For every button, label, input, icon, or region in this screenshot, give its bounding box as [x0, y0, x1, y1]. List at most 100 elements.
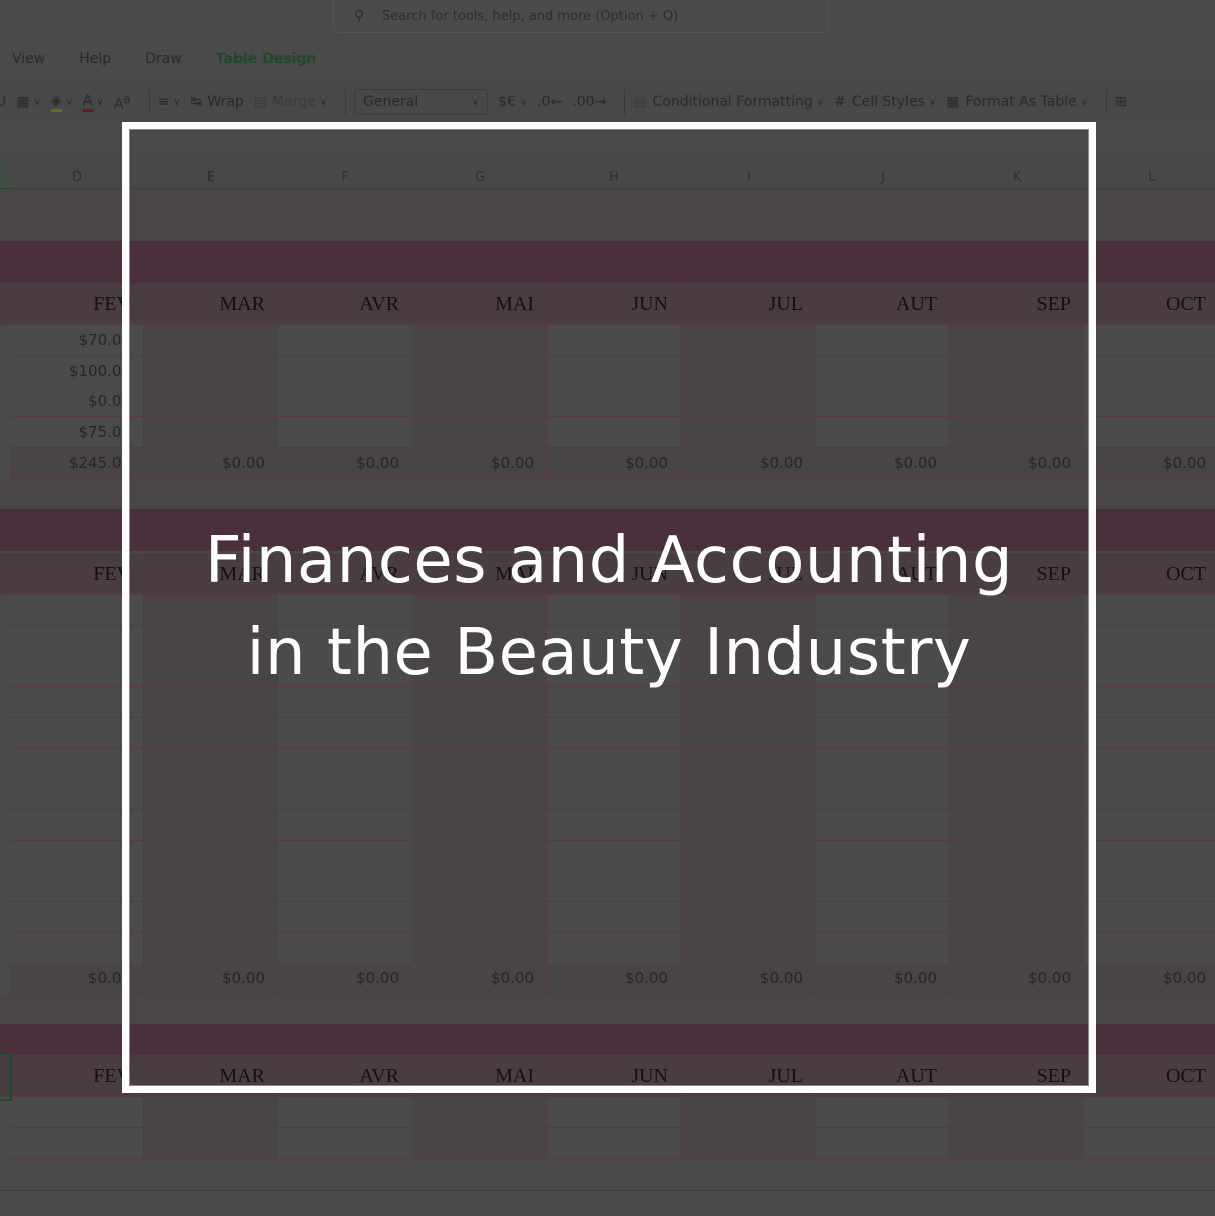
divider: [1106, 89, 1108, 115]
borders-button[interactable]: ▦ ∨: [16, 94, 41, 110]
table2-cell[interactable]: [1085, 779, 1215, 811]
divider: [624, 89, 626, 115]
chevron-down-icon: ∨: [96, 96, 104, 108]
merge-icon: ▤: [253, 94, 268, 110]
format-as-table-button[interactable]: ▦ Format As Table ∨: [946, 94, 1088, 110]
search-placeholder: Search for tools, help, and more (Option…: [382, 8, 679, 24]
overlay-title-line2: in the Beauty Industry: [246, 616, 972, 690]
tab-draw[interactable]: Draw: [145, 51, 182, 67]
table3-cell[interactable]: [682, 1097, 816, 1128]
table3-cell[interactable]: [682, 1127, 816, 1159]
table2-cell[interactable]: [1085, 871, 1215, 903]
number-format-value: General: [363, 94, 419, 110]
wrap-icon: ↹: [190, 94, 203, 110]
table2-cell[interactable]: [1085, 840, 1215, 872]
insert-cells-icon: ⊞: [1115, 94, 1127, 110]
table3-cell[interactable]: [413, 1097, 547, 1128]
wrap-button[interactable]: ↹ Wrap: [191, 94, 244, 110]
cell-styles-icon: #: [834, 94, 846, 110]
borders-icon: ▦: [16, 94, 30, 110]
currency-label: $€: [498, 94, 516, 110]
format-as-table-icon: ▦: [946, 94, 960, 110]
decrease-decimal-button[interactable]: .0←: [537, 94, 562, 110]
chevron-down-icon: ∨: [519, 96, 528, 108]
fill-color-icon: ◈: [50, 93, 62, 112]
insert-cells-button[interactable]: ⊞: [1115, 94, 1127, 110]
divider: [148, 89, 150, 115]
chevron-down-icon: ∨: [173, 96, 181, 108]
increase-decimal-button[interactable]: .00→: [572, 94, 606, 110]
table3-cell[interactable]: [950, 1097, 1084, 1128]
align-icon: ≡: [157, 94, 170, 110]
tab-help[interactable]: Help: [79, 51, 111, 67]
conditional-formatting-label: Conditional Formatting: [652, 94, 813, 110]
table1-cell[interactable]: [1085, 355, 1215, 387]
table3-cell[interactable]: [413, 1127, 547, 1159]
increase-decimal-icon: .00→: [572, 94, 607, 110]
table3-cell[interactable]: [816, 1097, 950, 1128]
table3-month-header: OCT: [1085, 1055, 1215, 1097]
table2-cell[interactable]: [1085, 625, 1215, 657]
chevron-down-icon: ∨: [33, 96, 41, 108]
divider: [345, 89, 347, 115]
table1-cell[interactable]: [1085, 386, 1215, 418]
table1-cell[interactable]: [1085, 417, 1215, 449]
chevron-down-icon: ∨: [471, 96, 480, 108]
ribbon-toolbar: U ▦ ∨ ◈ ∨ A ∨ Aa ≡ ∨ ↹ Wrap ▤ Merge ∨ General ∨ …: [0, 82, 1215, 122]
overlay-title: Finances and Accounting in the Beauty In…: [122, 515, 1096, 699]
conditional-formatting-button[interactable]: ▤ Conditional Formatting ∨: [633, 94, 824, 110]
table2-cell[interactable]: [1085, 687, 1215, 719]
font-color-button[interactable]: A ∨: [82, 93, 104, 112]
column-header-l[interactable]: L: [1085, 164, 1215, 188]
table2-cell[interactable]: [1085, 902, 1215, 933]
fill-color-button[interactable]: ◈ ∨: [50, 93, 73, 112]
table3-cell[interactable]: [144, 1097, 278, 1128]
number-format-select[interactable]: General ∨: [354, 89, 489, 115]
tab-view[interactable]: View: [12, 51, 45, 67]
table3-cell[interactable]: [547, 1097, 681, 1128]
search-bar[interactable]: ⚲ Search for tools, help, and more (Opti…: [333, 0, 829, 33]
table3-cell[interactable]: [950, 1127, 1084, 1159]
format-as-table-label: Format As Table: [965, 94, 1077, 110]
cell-styles-button[interactable]: # Cell Styles ∨: [834, 94, 936, 110]
merge-button[interactable]: ▤ Merge ∨: [254, 94, 327, 110]
table2-cell[interactable]: [1085, 809, 1215, 841]
cell-styles-label: Cell Styles: [851, 94, 925, 110]
chevron-down-icon: ∨: [1080, 96, 1089, 108]
tab-table-design[interactable]: Table Design: [216, 51, 317, 67]
chevron-down-icon: ∨: [928, 96, 937, 108]
conditional-formatting-icon: ▤: [633, 94, 647, 110]
table2-cell[interactable]: [1085, 595, 1215, 626]
chevron-down-icon: ∨: [816, 96, 825, 108]
table2-cell[interactable]: [1085, 656, 1215, 688]
table2-total-cell[interactable]: $0.00: [1085, 963, 1215, 994]
table3-cell[interactable]: [547, 1127, 681, 1159]
align-button[interactable]: ≡ ∨: [158, 94, 181, 110]
font-color-icon: A: [82, 93, 93, 112]
table3-cell[interactable]: [278, 1097, 412, 1128]
font-size-button[interactable]: Aa: [114, 92, 131, 113]
table1-cell[interactable]: [1085, 325, 1215, 356]
merge-label: Merge: [272, 94, 316, 110]
table3-cell[interactable]: [10, 1097, 144, 1128]
table3-cell[interactable]: [816, 1127, 950, 1159]
table2-cell[interactable]: [1085, 932, 1215, 964]
chevron-down-icon: ∨: [65, 96, 73, 108]
table1-total-cell[interactable]: $0.00: [1085, 448, 1215, 479]
wrap-label: Wrap: [207, 94, 244, 110]
table3-cell[interactable]: [1085, 1127, 1215, 1159]
currency-button[interactable]: $€ ∨: [498, 94, 527, 110]
chevron-down-icon: ∨: [319, 96, 328, 108]
table2-cell[interactable]: [1085, 748, 1215, 780]
superscript-icon: Aa: [113, 91, 131, 113]
selected-cell[interactable]: [0, 1053, 12, 1101]
table2-cell[interactable]: [1085, 717, 1215, 749]
status-bar: [0, 1190, 1215, 1216]
table1-month-header: OCT: [1085, 283, 1215, 325]
table3-cell[interactable]: [1085, 1097, 1215, 1128]
search-icon: ⚲: [354, 8, 365, 24]
table3-cell[interactable]: [144, 1127, 278, 1159]
table3-cell[interactable]: [278, 1127, 412, 1159]
underline-icon[interactable]: U: [0, 94, 6, 110]
table3-cell[interactable]: [10, 1127, 144, 1159]
